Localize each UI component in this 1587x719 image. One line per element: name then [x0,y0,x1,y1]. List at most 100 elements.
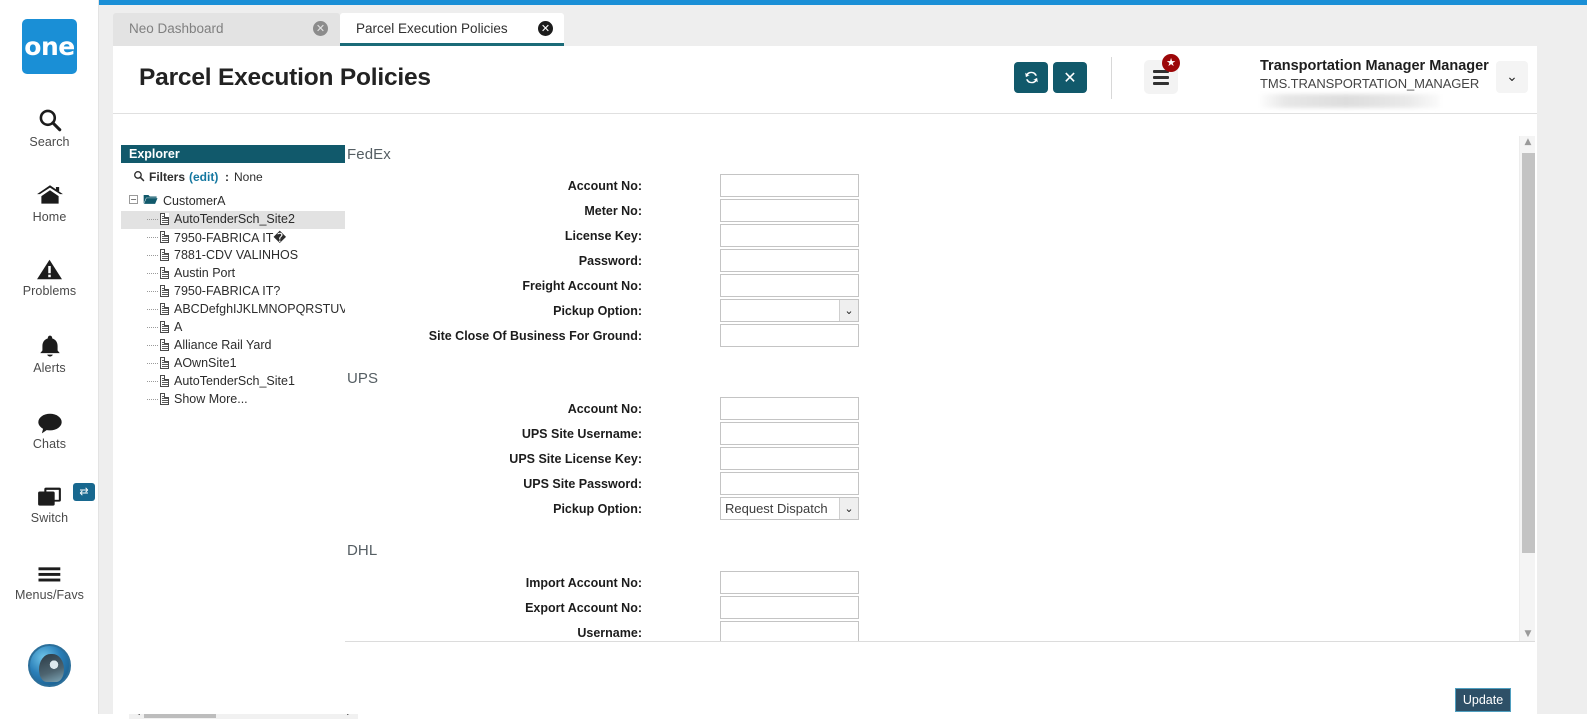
document-icon [160,393,169,405]
field-row-fedex-pickup-option: Pickup Option: ⌄ [505,299,860,324]
field-label: Site Close Of Business For Ground: [428,329,642,343]
dhl-username-input[interactable] [720,621,859,641]
filters-value: None [234,170,263,184]
sidebar-item-chats[interactable]: Chats [0,404,99,451]
ups-pickup-option-select[interactable]: Request Dispatch ⌄ [720,497,859,520]
fedex-meter-no-input[interactable] [720,199,859,222]
update-button[interactable]: Update [1455,688,1511,712]
explorer-title: Explorer [121,145,350,163]
header-divider [1111,57,1112,99]
close-circle-icon[interactable]: ✕ [538,21,553,36]
tree-item[interactable]: 7950-FABRICA IT? [121,283,350,301]
app-logo[interactable]: one [22,19,77,74]
tree-item[interactable]: 7881-CDV VALINHOS [121,247,350,265]
field-row-fedex-meter-no: Meter No: [505,199,860,224]
tree-item[interactable]: Austin Port [121,265,350,283]
field-row-fedex-freight-account-no: Freight Account No: [505,274,860,299]
document-icon [160,285,169,297]
sidebar-item-alerts[interactable]: Alerts [0,328,99,375]
page-header: Parcel Execution Policies ✕ ★ Transporta… [113,46,1537,114]
sidebar-item-problems[interactable]: Problems [0,251,99,298]
explorer-panel: Explorer Filters (edit) : None − Custome… [121,145,376,719]
field-row-ups-site-username: UPS Site Username: [505,422,860,447]
swap-arrows-icon[interactable]: ⇄ [73,483,95,501]
field-label: Import Account No: [525,576,642,590]
tree-item[interactable]: AOwnSite1 [121,355,350,373]
tab-neo-dashboard[interactable]: Neo Dashboard ✕ [113,13,340,46]
refresh-icon [1023,68,1040,87]
tree-item-label: Alliance Rail Yard [174,338,272,352]
tree-item[interactable]: 7950-FABRICA IT� [121,229,350,247]
close-circle-icon[interactable]: ✕ [313,21,328,36]
field-row-fedex-password: Password: [505,249,860,274]
select-value: Request Dispatch [725,501,828,516]
tab-parcel-execution-policies[interactable]: Parcel Execution Policies ✕ [340,13,564,46]
filters-label: Filters [149,170,186,184]
document-icon [160,231,169,243]
field-row-fedex-account-no: Account No: [505,174,860,199]
scrollbar-thumb[interactable] [1522,153,1535,553]
tab-bar: Neo Dashboard ✕ Parcel Execution Policie… [99,5,1587,46]
chevron-down-icon[interactable]: ⌄ [1496,61,1528,93]
sidebar-item-label: Problems [22,284,77,298]
fedex-license-key-input[interactable] [720,224,859,247]
tree-item-label: AutoTenderSch_Site2 [174,212,295,226]
tree-item[interactable]: AutoTenderSch_Site1 [121,373,350,391]
section-title-ups: UPS [347,370,379,387]
filters-edit-link[interactable]: (edit) [189,170,218,184]
chevron-down-icon[interactable]: ⌄ [839,498,858,519]
tree-item-label: AOwnSite1 [174,356,237,370]
field-label: Export Account No: [525,601,642,615]
tab-label: Neo Dashboard [129,21,224,36]
search-icon [133,170,145,185]
redacted-text-bar [1260,94,1440,108]
ups-account-no-input[interactable] [720,397,859,420]
tree-item-label: 7950-FABRICA IT? [174,284,281,298]
form-vertical-scrollbar[interactable]: ▲ ▼ [1519,136,1535,641]
close-page-button[interactable]: ✕ [1053,62,1087,93]
user-avatar-icon[interactable] [28,644,71,687]
fedex-account-no-input[interactable] [720,174,859,197]
dhl-import-account-no-input[interactable] [720,571,859,594]
explorer-tree: − CustomerA AutoTenderSch_Site2 7950-FAB… [121,192,376,409]
field-label: License Key: [564,229,642,243]
sidebar-item-label: Alerts [33,361,66,375]
tree-item[interactable]: A [121,319,350,337]
open-folder-icon [143,193,158,209]
field-label: Pickup Option: [553,304,642,318]
tree-item[interactable]: AutoTenderSch_Site2 [121,211,350,229]
dhl-export-account-no-input[interactable] [720,596,859,619]
star-icon: ★ [1162,54,1180,72]
tree-root-customera[interactable]: − CustomerA [121,192,350,211]
left-navigation-rail: one Search Home Problems Alerts Chats Sw… [0,0,99,714]
sidebar-item-search[interactable]: Search [0,102,99,149]
fedex-freight-account-no-input[interactable] [720,274,859,297]
field-label: Meter No: [584,204,642,218]
ups-site-username-input[interactable] [720,422,859,445]
fedex-password-input[interactable] [720,249,859,272]
tree-item[interactable]: ABCDefghIJKLMNOPQRSTUVWXY [121,301,376,319]
tree-item-label: AutoTenderSch_Site1 [174,374,295,388]
top-accent-strip [99,0,1587,5]
field-row-dhl-username: Username: [505,621,860,641]
user-info-block[interactable]: Transportation Manager Manager TMS.TRANS… [1260,54,1505,108]
field-row-ups-account-no: Account No: [505,397,860,422]
ups-site-license-key-input[interactable] [720,447,859,470]
tree-item-show-more[interactable]: Show More... [121,391,350,409]
sidebar-item-home[interactable]: Home [0,177,99,224]
field-label: Username: [577,626,642,640]
ups-site-password-input[interactable] [720,472,859,495]
sidebar-item-menus-favs[interactable]: Menus/Favs [0,555,99,602]
tree-item[interactable]: Alliance Rail Yard [121,337,350,355]
triangle-up-icon[interactable]: ▲ [1521,136,1535,149]
document-icon [160,303,169,315]
chevron-down-icon[interactable]: ⌄ [839,300,858,321]
fedex-site-close-of-business-input[interactable] [720,324,859,347]
fedex-pickup-option-select[interactable]: ⌄ [720,299,859,322]
collapse-expander-icon[interactable]: − [129,195,138,204]
triangle-down-icon[interactable]: ▼ [1521,628,1535,641]
refresh-button[interactable] [1014,62,1048,93]
field-row-fedex-site-close-of-business: Site Close Of Business For Ground: [429,324,860,349]
home-icon [0,177,99,211]
field-row-ups-site-password: UPS Site Password: [505,472,860,497]
